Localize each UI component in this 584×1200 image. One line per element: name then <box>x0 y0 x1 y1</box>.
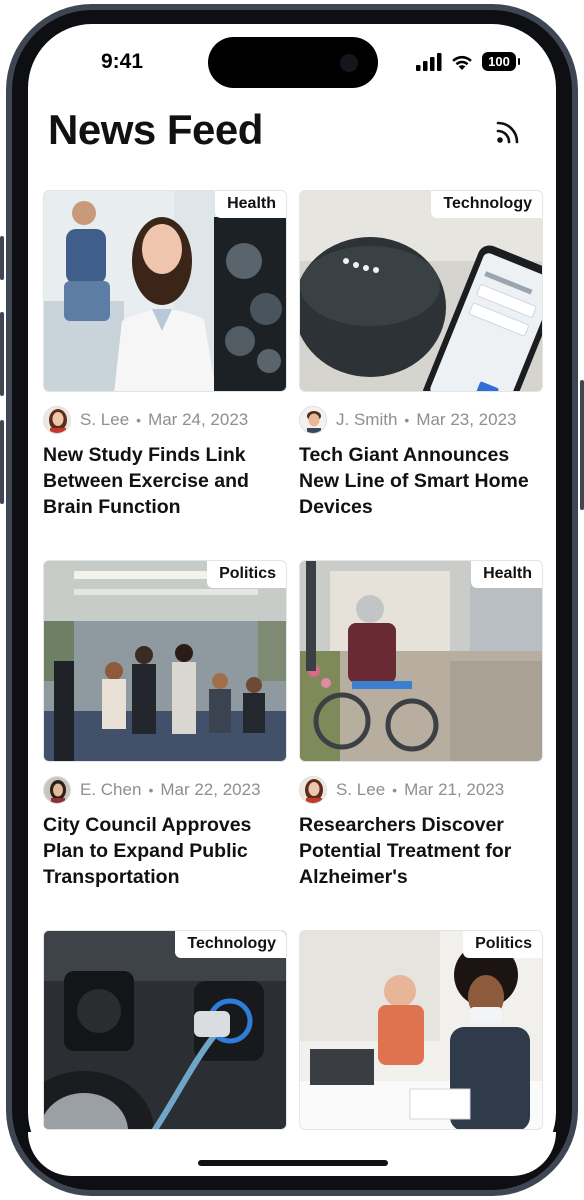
article-card[interactable]: Health S. Lee • Mar 24, 2023 New Study F… <box>43 190 287 520</box>
category-tag: Politics <box>463 931 542 958</box>
front-camera <box>340 54 358 72</box>
separator-dot: • <box>404 412 410 428</box>
status-time: 9:41 <box>100 50 144 73</box>
article-card[interactable]: Politics E. Chen • Mar 22, 2023 City Cou… <box>43 560 287 890</box>
separator-dot: • <box>136 412 142 428</box>
article-image[interactable]: Politics <box>43 560 287 762</box>
article-image[interactable]: Health <box>43 190 287 392</box>
article-headline[interactable]: New Study Finds Link Between Exercise an… <box>43 442 287 520</box>
avatar <box>299 776 327 804</box>
author-name: E. Chen <box>80 780 142 799</box>
author-name: S. Lee <box>336 780 386 799</box>
publish-date: Mar 24, 2023 <box>148 410 249 429</box>
home-indicator[interactable] <box>198 1160 388 1166</box>
article-meta: J. Smith • Mar 23, 2023 <box>299 404 543 436</box>
publish-date: Mar 22, 2023 <box>160 780 261 799</box>
power-button <box>580 380 584 510</box>
article-image[interactable]: Technology <box>299 190 543 392</box>
author-name: J. Smith <box>336 410 398 429</box>
article-headline[interactable]: Researchers Discover Potential Treatment… <box>299 812 543 890</box>
article-card[interactable]: Technology <box>43 930 287 1130</box>
article-card[interactable]: Politics <box>299 930 543 1130</box>
volume-up-button <box>0 312 4 396</box>
article-meta: S. Lee • Mar 24, 2023 <box>43 404 287 436</box>
category-tag: Technology <box>175 931 286 958</box>
article-image[interactable]: Politics <box>299 930 543 1130</box>
article-image[interactable]: Technology <box>43 930 287 1130</box>
article-image[interactable]: Health <box>299 560 543 762</box>
avatar <box>43 406 71 434</box>
separator-dot: • <box>148 782 154 798</box>
category-tag: Politics <box>207 561 286 588</box>
battery-level: 100 <box>488 54 510 69</box>
publish-date: Mar 21, 2023 <box>404 780 505 799</box>
separator-dot: • <box>392 782 398 798</box>
volume-down-button <box>0 420 4 504</box>
battery-indicator: 100 <box>482 52 520 71</box>
cellular-signal-icon <box>416 52 442 71</box>
avatar <box>43 776 71 804</box>
rss-icon[interactable] <box>494 116 524 146</box>
action-button <box>0 236 4 280</box>
phone-frame: 9:41 100 News Feed Health S. Lee • Mar 2… <box>0 0 584 1200</box>
article-headline[interactable]: Tech Giant Announces New Line of Smart H… <box>299 442 543 520</box>
category-tag: Technology <box>431 191 542 218</box>
article-meta: S. Lee • Mar 21, 2023 <box>299 774 543 806</box>
publish-date: Mar 23, 2023 <box>416 410 517 429</box>
category-tag: Health <box>215 191 286 218</box>
page-title: News Feed <box>48 106 263 153</box>
avatar <box>299 406 327 434</box>
wifi-icon <box>452 55 472 70</box>
article-card[interactable]: Health S. Lee • Mar 21, 2023 Researchers… <box>299 560 543 890</box>
category-tag: Health <box>471 561 542 588</box>
bottom-safe-area <box>28 1132 556 1176</box>
author-name: S. Lee <box>80 410 130 429</box>
article-meta: E. Chen • Mar 22, 2023 <box>43 774 287 806</box>
status-icons: 100 <box>416 52 520 71</box>
article-card[interactable]: Technology J. Smith • Mar 23, 2023 Tech … <box>299 190 543 520</box>
article-headline[interactable]: City Council Approves Plan to Expand Pub… <box>43 812 287 890</box>
